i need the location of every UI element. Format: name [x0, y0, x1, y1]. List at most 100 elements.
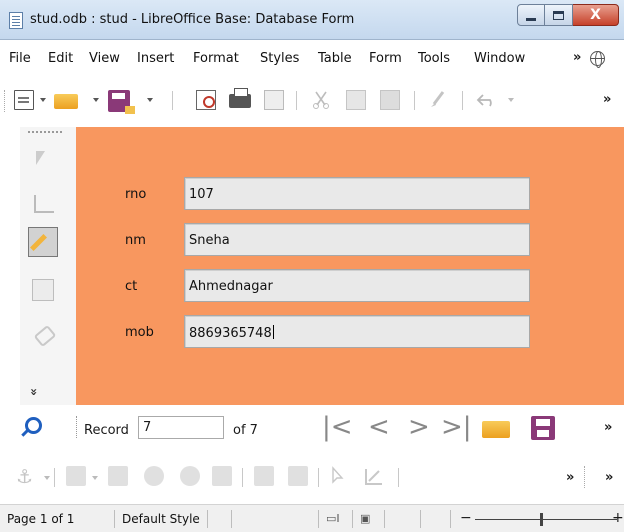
status-separator — [207, 510, 208, 528]
toolbar-separator — [54, 468, 55, 487]
shape-icon[interactable] — [144, 466, 164, 486]
zoom-in-button[interactable]: + — [612, 510, 624, 526]
save-icon[interactable] — [108, 90, 135, 114]
zoom-out-button[interactable]: − — [460, 510, 472, 526]
form-controls-toolbar: » — [20, 127, 76, 405]
menu-form[interactable]: Form — [369, 51, 402, 66]
open-folder-icon[interactable] — [54, 94, 78, 109]
new-dropdown-icon[interactable] — [40, 98, 46, 102]
minimize-button[interactable] — [517, 4, 545, 26]
form-properties-icon[interactable] — [32, 279, 54, 301]
close-button[interactable]: X — [573, 4, 619, 26]
align-icon[interactable] — [66, 466, 86, 486]
field-input-rno[interactable]: 107 — [184, 177, 530, 210]
toolbar-overflow-button[interactable]: » — [603, 92, 611, 107]
menu-table[interactable]: Table — [318, 51, 352, 66]
toolbar-grip[interactable] — [28, 131, 62, 134]
menu-window[interactable]: Window — [474, 51, 525, 66]
status-separator — [231, 510, 232, 528]
status-separator — [450, 510, 451, 528]
record-count: of 7 — [233, 423, 258, 438]
cut-icon[interactable] — [311, 90, 331, 110]
design-mode-icon[interactable] — [364, 466, 384, 486]
toolbar-separator — [242, 468, 243, 487]
first-record-button[interactable]: |< — [322, 414, 353, 440]
next-record-button[interactable]: > — [408, 414, 430, 440]
text-caret — [272, 325, 274, 339]
toolbar-grip[interactable] — [4, 90, 7, 112]
field-label-rno: rno — [125, 187, 147, 202]
maximize-button[interactable] — [545, 4, 573, 26]
undo-dropdown-icon[interactable] — [508, 98, 514, 102]
toolbar-overflow-button[interactable]: » — [27, 388, 41, 396]
status-separator — [352, 510, 353, 528]
field-value-mob: 8869365748 — [189, 326, 272, 341]
anchor-icon[interactable]: ⚓ — [16, 466, 33, 488]
toolbar-grip — [584, 466, 587, 488]
globe-icon[interactable] — [590, 51, 605, 68]
paste-icon[interactable] — [380, 90, 400, 110]
group-icon[interactable] — [212, 466, 232, 486]
field-input-mob[interactable]: 8869365748 — [184, 315, 530, 348]
toolbar-separator — [296, 91, 297, 110]
zoom-slider[interactable] — [475, 519, 617, 520]
save-record-icon[interactable] — [531, 416, 555, 440]
record-number-input[interactable]: 7 — [138, 416, 224, 439]
align-dropdown-icon[interactable] — [92, 476, 98, 480]
menu-view[interactable]: View — [89, 51, 120, 66]
control-tag-icon[interactable] — [32, 325, 54, 347]
form-canvas: rno 107 nm Sneha ct Ahmednagar mob 88693… — [76, 127, 624, 405]
form-design-toolbar: ⚓ » » — [0, 458, 624, 496]
document-icon — [9, 12, 23, 29]
status-page-style[interactable]: Default Style — [122, 512, 200, 526]
print-icon[interactable] — [229, 88, 251, 108]
title-bar: stud.odb : stud - LibreOffice Base: Data… — [0, 0, 624, 40]
find-record-icon[interactable] — [18, 416, 42, 438]
select-pointer-icon[interactable] — [32, 151, 54, 173]
navigation-toolbar: Record 7 of 7 |< < > >| » — [0, 410, 624, 450]
field-input-nm[interactable]: Sneha — [184, 223, 530, 256]
field-input-ct[interactable]: Ahmednagar — [184, 269, 530, 302]
open-dropdown-icon[interactable] — [93, 98, 99, 102]
edit-mode-toggle-icon[interactable] — [28, 227, 58, 257]
window-controls: X — [517, 4, 619, 26]
navigation-overflow-button[interactable]: » — [604, 420, 612, 435]
close-icon: X — [590, 7, 601, 23]
menu-tools[interactable]: Tools — [418, 51, 450, 66]
add-field-icon[interactable] — [288, 466, 308, 486]
print-preview-icon[interactable] — [264, 90, 284, 110]
toolbar-overflow-button[interactable]: » — [605, 470, 613, 485]
toolbar-separator — [172, 91, 173, 110]
menu-format[interactable]: Format — [193, 51, 239, 66]
anchor-dropdown-icon[interactable] — [44, 476, 50, 480]
selection-mode-icon[interactable]: ▭I — [326, 512, 340, 525]
menu-edit[interactable]: Edit — [48, 51, 73, 66]
clone-formatting-icon[interactable] — [428, 90, 448, 110]
toolbar-separator — [414, 91, 415, 110]
menu-styles[interactable]: Styles — [260, 51, 299, 66]
copy-icon[interactable] — [346, 90, 366, 110]
save-dropdown-icon[interactable] — [147, 98, 153, 102]
new-document-icon[interactable] — [14, 90, 34, 110]
bring-to-front-icon[interactable] — [108, 466, 128, 486]
last-record-button[interactable]: >| — [441, 414, 472, 440]
status-separator — [420, 510, 421, 528]
select-pointer-icon[interactable] — [328, 466, 348, 486]
toolbar-separator — [398, 468, 399, 487]
document-modified-icon: ▣ — [360, 512, 371, 525]
previous-record-button[interactable]: < — [368, 414, 390, 440]
design-mode-icon[interactable] — [32, 192, 54, 214]
menu-overflow-button[interactable]: » — [573, 50, 581, 65]
menu-insert[interactable]: Insert — [137, 51, 174, 66]
undo-icon[interactable] — [475, 90, 495, 110]
toolbar-grip — [76, 416, 77, 438]
minimize-icon — [526, 17, 536, 21]
window-title: stud.odb : stud - LibreOffice Base: Data… — [30, 12, 355, 27]
zoom-slider-thumb[interactable] — [540, 513, 543, 526]
export-pdf-icon[interactable] — [196, 90, 216, 110]
new-record-folder-icon[interactable] — [482, 421, 510, 438]
menu-file[interactable]: File — [9, 51, 31, 66]
send-to-back-icon[interactable] — [180, 466, 200, 486]
tab-order-icon[interactable] — [254, 466, 274, 486]
design-overflow-button[interactable]: » — [566, 470, 574, 485]
